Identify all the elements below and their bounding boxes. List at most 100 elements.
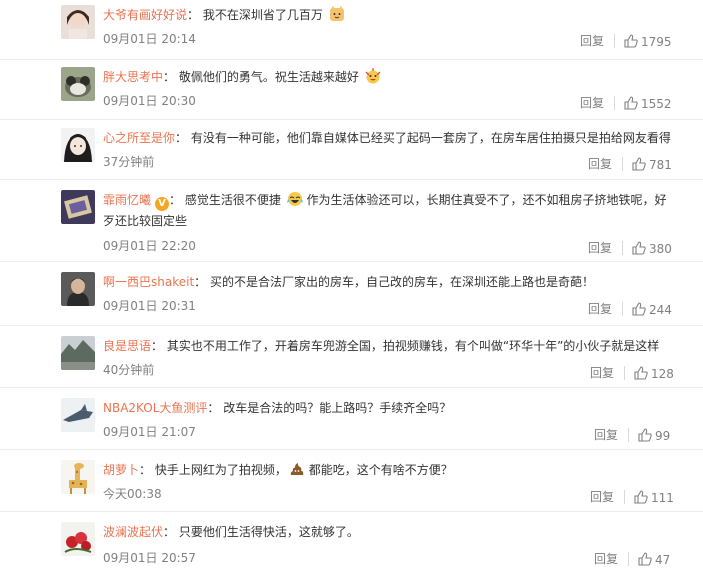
comment-time: 09月01日 21:07 bbox=[103, 425, 196, 439]
like-count: 1795 bbox=[641, 35, 672, 49]
comment-text: 有没有一种可能，他们靠自媒体已经买了起码一套房了，在房车居住拍摄只是拍给网友看得 bbox=[190, 131, 671, 145]
comment-time: 09月01日 20:31 bbox=[103, 299, 196, 313]
comment-item: 良是思语： 其实也不用工作了，开着房车兜游全国，拍视频赚钱，有个叫做“环华十年”… bbox=[0, 326, 703, 388]
avatar[interactable] bbox=[61, 336, 95, 370]
comment-time: 37分钟前 bbox=[103, 155, 155, 169]
separator: ： bbox=[194, 275, 207, 289]
like-button[interactable]: 128 bbox=[634, 366, 674, 381]
avatar[interactable] bbox=[61, 67, 95, 101]
username[interactable]: 啊一西巴shakeit bbox=[103, 275, 194, 289]
username[interactable]: 大爷有画好好说 bbox=[103, 8, 187, 22]
like-count: 1552 bbox=[641, 97, 672, 111]
reply-button[interactable]: 回复 bbox=[588, 155, 612, 172]
thumbs-up-icon bbox=[638, 552, 652, 566]
comment-time: 09月01日 20:30 bbox=[103, 94, 196, 108]
like-button[interactable]: 781 bbox=[632, 157, 672, 172]
thumbs-up-icon bbox=[634, 366, 648, 380]
comment-text: 只要他们生活得快活，这就够了。 bbox=[178, 525, 359, 539]
reply-button[interactable]: 回复 bbox=[580, 32, 604, 49]
divider bbox=[614, 96, 615, 110]
divider bbox=[622, 241, 623, 255]
divider bbox=[622, 157, 623, 171]
comment-time: 今天00:38 bbox=[103, 487, 162, 501]
cat-emoji-icon bbox=[329, 6, 345, 22]
comment-text: 买的不是合法厂家出的房车，自己改的房车，在深圳还能上路也是奇葩！ bbox=[210, 275, 595, 289]
username[interactable]: NBA2KOL大鱼测评 bbox=[103, 401, 207, 415]
reply-button[interactable]: 回复 bbox=[580, 94, 604, 111]
comment-text: 感觉生活很不便捷 bbox=[184, 193, 281, 207]
like-button[interactable]: 47 bbox=[638, 552, 670, 567]
username[interactable]: 良是思语 bbox=[103, 339, 151, 353]
comment-item: NBA2KOL大鱼测评： 改车是合法的吗？能上路吗？手续齐全吗？ 09月01日 … bbox=[0, 388, 703, 450]
comment-item: 霏雨忆曦 V： 感觉生活很不便捷 作为生活体验还可以，长期住真受不了，还不如租房子… bbox=[0, 180, 703, 262]
like-count: 244 bbox=[649, 303, 672, 317]
reply-button[interactable]: 回复 bbox=[588, 239, 612, 256]
username[interactable]: 胡萝卜 bbox=[103, 463, 139, 477]
username[interactable]: 波澜波起伏 bbox=[103, 525, 163, 539]
username[interactable]: 心之所至是你 bbox=[103, 131, 175, 145]
reply-button[interactable]: 回复 bbox=[588, 300, 612, 317]
username[interactable]: 胖大思考中 bbox=[103, 70, 163, 84]
comment-text: 快手上网红为了拍视频， bbox=[154, 463, 287, 477]
comment-item: 心之所至是你： 有没有一种可能，他们靠自媒体已经买了起码一套房了，在房车居住拍摄… bbox=[0, 120, 703, 180]
comment-text-continued: 都能吃，这个有啥不方便？ bbox=[308, 463, 453, 477]
comment-text: 敬佩他们的勇气。祝生活越来越好 bbox=[178, 70, 359, 84]
like-button[interactable]: 244 bbox=[632, 302, 672, 317]
like-count: 47 bbox=[655, 553, 671, 567]
like-count: 99 bbox=[655, 429, 671, 443]
divider bbox=[628, 428, 629, 442]
avatar[interactable] bbox=[61, 5, 95, 39]
comment-item: 大爷有画好好说： 我不在深圳省了几百万 09月01日 20:14 回复 1795 bbox=[0, 0, 703, 60]
thumbs-up-icon bbox=[632, 302, 646, 316]
comment-item: 波澜波起伏： 只要他们生活得快活，这就够了。 09月01日 20:57 回复 4… bbox=[0, 512, 703, 579]
like-button[interactable]: 111 bbox=[634, 490, 674, 505]
like-button[interactable]: 1795 bbox=[624, 34, 672, 49]
like-button[interactable]: 380 bbox=[632, 241, 672, 256]
separator: ： bbox=[139, 463, 152, 477]
avatar[interactable] bbox=[61, 128, 95, 162]
like-count: 111 bbox=[651, 491, 674, 505]
divider bbox=[624, 366, 625, 380]
comment-text: 我不在深圳省了几百万 bbox=[202, 8, 323, 22]
comment-item: 胡萝卜： 快手上网红为了拍视频， 都能吃，这个有啥不方便？ 今天00:38 回复… bbox=[0, 450, 703, 512]
like-button[interactable]: 99 bbox=[638, 428, 670, 443]
comment-time: 09月01日 20:57 bbox=[103, 551, 196, 565]
thumbs-up-icon bbox=[624, 34, 638, 48]
separator: ： bbox=[207, 401, 220, 415]
avatar[interactable] bbox=[61, 272, 95, 306]
comment-time: 09月01日 20:14 bbox=[103, 32, 196, 46]
thumbs-up-icon bbox=[634, 490, 648, 504]
avatar[interactable] bbox=[61, 460, 95, 494]
comment-text: 改车是合法的吗？能上路吗？手续齐全吗？ bbox=[223, 401, 452, 415]
comment-item: 胖大思考中： 敬佩他们的勇气。祝生活越来越好 09月01日 20:30 回复 1… bbox=[0, 60, 703, 120]
separator: ： bbox=[169, 193, 182, 207]
username[interactable]: 霏雨忆曦 bbox=[103, 193, 151, 207]
thumbs-up-icon bbox=[632, 241, 646, 255]
reply-button[interactable]: 回复 bbox=[594, 426, 618, 443]
reply-button[interactable]: 回复 bbox=[594, 550, 618, 567]
divider bbox=[624, 490, 625, 504]
separator: ： bbox=[163, 525, 176, 539]
cheer-emoji-icon bbox=[365, 68, 381, 84]
comment-item: 啊一西巴shakeit： 买的不是合法厂家出的房车，自己改的房车，在深圳还能上路… bbox=[0, 262, 703, 326]
thumbs-up-icon bbox=[624, 96, 638, 110]
separator: ： bbox=[163, 70, 176, 84]
divider bbox=[614, 34, 615, 48]
reply-button[interactable]: 回复 bbox=[590, 364, 614, 381]
divider bbox=[628, 552, 629, 566]
separator: ： bbox=[175, 131, 188, 145]
separator: ： bbox=[187, 8, 200, 22]
avatar[interactable] bbox=[61, 398, 95, 432]
avatar[interactable] bbox=[61, 190, 95, 224]
like-count: 128 bbox=[651, 367, 674, 381]
reply-button[interactable]: 回复 bbox=[590, 488, 614, 505]
poop-emoji-icon bbox=[289, 461, 305, 477]
divider bbox=[622, 302, 623, 316]
like-count: 781 bbox=[649, 158, 672, 172]
thumbs-up-icon bbox=[638, 428, 652, 442]
verified-badge-icon: V bbox=[155, 197, 170, 211]
like-button[interactable]: 1552 bbox=[624, 96, 672, 111]
avatar[interactable] bbox=[61, 522, 95, 556]
separator: ： bbox=[151, 339, 164, 353]
comment-text: 其实也不用工作了，开着房车兜游全国，拍视频赚钱，有个叫做“环华十年”的小伙子就是… bbox=[166, 339, 660, 353]
